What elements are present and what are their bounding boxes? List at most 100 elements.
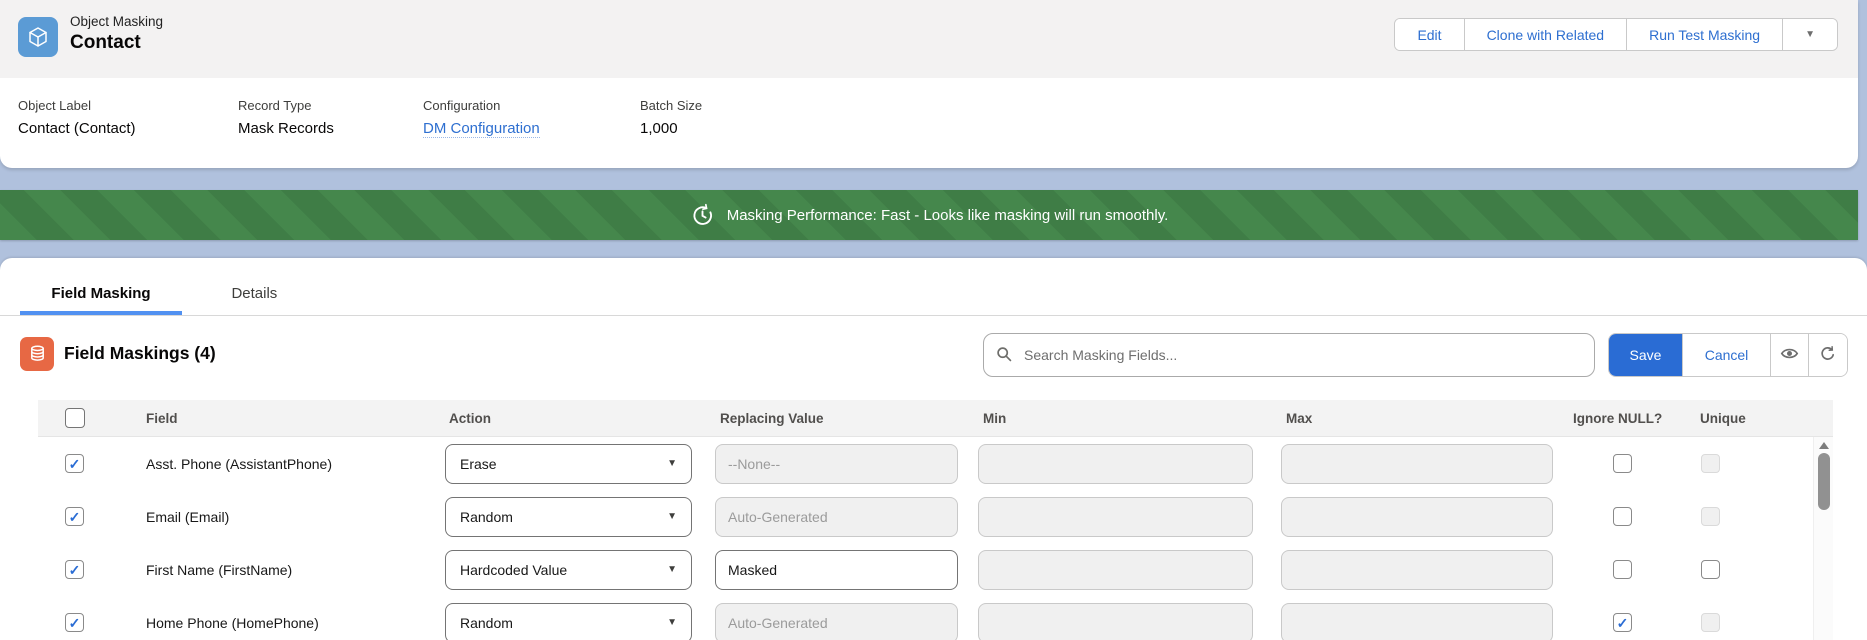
record-type-value: Mask Records bbox=[238, 120, 423, 137]
record-action-group: Edit Clone with Related Run Test Masking… bbox=[1394, 18, 1838, 51]
unique-checkbox[interactable] bbox=[1701, 454, 1720, 473]
record-header: Object Masking Contact Edit Clone with R… bbox=[0, 0, 1858, 78]
table-row: Email (Email) Random ▼ bbox=[38, 490, 1833, 543]
field-name: First Name (FirstName) bbox=[110, 562, 435, 578]
max-input[interactable] bbox=[1281, 603, 1553, 640]
save-cancel-group: Save Cancel bbox=[1608, 333, 1848, 377]
configuration-label: Configuration bbox=[423, 98, 640, 113]
action-select-value: Random bbox=[460, 615, 513, 631]
row-select-checkbox[interactable] bbox=[65, 454, 84, 473]
column-header-field: Field bbox=[110, 411, 435, 426]
max-input[interactable] bbox=[1281, 444, 1553, 484]
field-name: Asst. Phone (AssistantPhone) bbox=[110, 456, 435, 472]
column-header-action: Action bbox=[435, 411, 705, 426]
table-row: Asst. Phone (AssistantPhone) Erase ▼ bbox=[38, 437, 1833, 490]
action-select-value: Hardcoded Value bbox=[460, 562, 567, 578]
configuration-link[interactable]: DM Configuration bbox=[423, 120, 540, 138]
chevron-down-icon: ▼ bbox=[667, 511, 677, 522]
field-maskings-toolbar: Field Maskings (4) Save Cancel bbox=[0, 333, 1867, 377]
column-header-min: Min bbox=[968, 411, 1270, 426]
app-label: Object Masking bbox=[70, 14, 163, 29]
object-label-label: Object Label bbox=[18, 98, 238, 113]
refresh-button[interactable] bbox=[1809, 334, 1847, 376]
database-icon bbox=[20, 337, 54, 371]
tab-field-masking-label: Field Masking bbox=[51, 285, 150, 302]
column-header-ignore-null: Ignore NULL? bbox=[1563, 411, 1690, 426]
refresh-icon bbox=[1819, 345, 1837, 366]
tab-details[interactable]: Details bbox=[231, 285, 277, 302]
row-select-checkbox[interactable] bbox=[65, 507, 84, 526]
clock-refresh-icon bbox=[690, 203, 715, 228]
action-select[interactable]: Hardcoded Value ▼ bbox=[445, 550, 692, 590]
column-header-replacing-value: Replacing Value bbox=[705, 411, 968, 426]
run-test-masking-button[interactable]: Run Test Masking bbox=[1627, 19, 1783, 50]
max-input[interactable] bbox=[1281, 550, 1553, 590]
min-input[interactable] bbox=[978, 497, 1253, 537]
row-select-checkbox[interactable] bbox=[65, 560, 84, 579]
unique-checkbox[interactable] bbox=[1701, 507, 1720, 526]
column-header-max: Max bbox=[1270, 411, 1563, 426]
min-input[interactable] bbox=[978, 444, 1253, 484]
row-select-checkbox[interactable] bbox=[65, 613, 84, 632]
search-icon bbox=[996, 346, 1013, 368]
edit-button[interactable]: Edit bbox=[1395, 19, 1464, 50]
record-detail-fields: Object Label Contact (Contact) Record Ty… bbox=[0, 78, 1858, 138]
record-header-card: Object Masking Contact Edit Clone with R… bbox=[0, 0, 1858, 168]
min-input[interactable] bbox=[978, 550, 1253, 590]
chevron-down-icon: ▼ bbox=[667, 458, 677, 469]
tab-divider bbox=[0, 315, 1867, 316]
unique-checkbox[interactable] bbox=[1701, 560, 1720, 579]
ignore-null-checkbox[interactable] bbox=[1613, 507, 1632, 526]
action-select[interactable]: Erase ▼ bbox=[445, 444, 692, 484]
table-header-row: Field Action Replacing Value Min Max Ign… bbox=[38, 400, 1833, 437]
max-input[interactable] bbox=[1281, 497, 1553, 537]
preview-button[interactable] bbox=[1771, 334, 1809, 376]
ignore-null-checkbox[interactable] bbox=[1613, 560, 1632, 579]
field-maskings-table: Field Action Replacing Value Min Max Ign… bbox=[38, 400, 1833, 640]
min-input[interactable] bbox=[978, 603, 1253, 640]
table-scrollbar[interactable] bbox=[1813, 437, 1833, 640]
ignore-null-checkbox[interactable] bbox=[1613, 613, 1632, 632]
search-input[interactable] bbox=[983, 333, 1595, 377]
scrollbar-thumb[interactable] bbox=[1818, 453, 1830, 510]
object-label-value: Contact (Contact) bbox=[18, 120, 238, 137]
select-all-checkbox[interactable] bbox=[65, 408, 85, 428]
chevron-down-icon: ▼ bbox=[667, 564, 677, 575]
object-masking-icon bbox=[18, 17, 58, 57]
record-type-label: Record Type bbox=[238, 98, 423, 113]
save-button[interactable]: Save bbox=[1609, 334, 1683, 376]
more-actions-dropdown-button[interactable]: ▼ bbox=[1783, 19, 1837, 50]
tab-details-label: Details bbox=[231, 285, 277, 302]
active-tab-underline bbox=[20, 311, 182, 315]
replacing-value-input[interactable] bbox=[715, 603, 958, 640]
banner-message: Masking Performance: Fast - Looks like m… bbox=[727, 207, 1169, 224]
field-name: Email (Email) bbox=[110, 509, 435, 525]
tab-bar: Field Masking Details bbox=[0, 258, 1867, 316]
tab-field-masking[interactable]: Field Masking bbox=[20, 285, 182, 315]
field-masking-card: Field Masking Details Field Maskings (4) bbox=[0, 258, 1867, 640]
page-title: Contact bbox=[70, 32, 163, 54]
ignore-null-checkbox[interactable] bbox=[1613, 454, 1632, 473]
table-row: Home Phone (HomePhone) Random ▼ bbox=[38, 596, 1833, 640]
batch-size-value: 1,000 bbox=[640, 120, 702, 137]
unique-checkbox[interactable] bbox=[1701, 613, 1720, 632]
section-title: Field Maskings (4) bbox=[64, 343, 216, 364]
table-row: First Name (FirstName) Hardcoded Value ▼ bbox=[38, 543, 1833, 596]
action-select-value: Random bbox=[460, 509, 513, 525]
scrollbar-up-arrow-icon[interactable] bbox=[1819, 442, 1829, 449]
column-header-unique: Unique bbox=[1690, 411, 1833, 426]
chevron-down-icon: ▼ bbox=[1805, 29, 1815, 40]
chevron-down-icon: ▼ bbox=[667, 617, 677, 628]
batch-size-label: Batch Size bbox=[640, 98, 702, 113]
replacing-value-input[interactable] bbox=[715, 444, 958, 484]
masking-performance-banner: Masking Performance: Fast - Looks like m… bbox=[0, 190, 1858, 240]
action-select[interactable]: Random ▼ bbox=[445, 603, 692, 640]
cancel-button[interactable]: Cancel bbox=[1683, 334, 1771, 376]
action-select[interactable]: Random ▼ bbox=[445, 497, 692, 537]
field-name: Home Phone (HomePhone) bbox=[110, 615, 435, 631]
replacing-value-input[interactable] bbox=[715, 497, 958, 537]
action-select-value: Erase bbox=[460, 456, 497, 472]
clone-with-related-button[interactable]: Clone with Related bbox=[1465, 19, 1628, 50]
replacing-value-input[interactable] bbox=[715, 550, 958, 590]
eye-icon bbox=[1780, 344, 1799, 366]
